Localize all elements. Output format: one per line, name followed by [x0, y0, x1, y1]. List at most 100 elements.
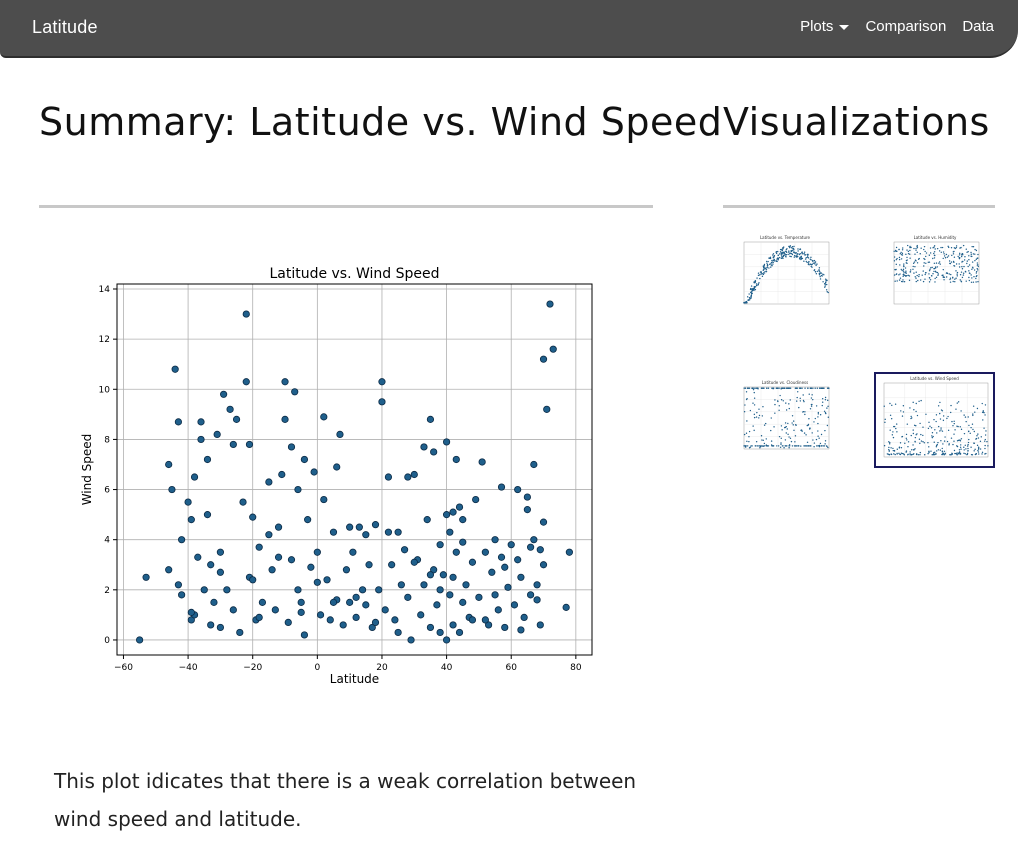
data-point [342, 566, 351, 574]
x-tick-label: 40 [441, 663, 453, 673]
thumbnail-point [822, 281, 824, 283]
thumbnail-point [815, 438, 818, 441]
thumbnail-point [910, 454, 913, 456]
data-point [449, 508, 457, 516]
data-point [197, 435, 205, 444]
thumbnail-point [811, 394, 813, 396]
thumbnail-point [905, 451, 907, 453]
data-point [346, 523, 354, 531]
thumbnail-point [967, 416, 969, 418]
data-point [174, 581, 182, 589]
thumbnail-point [819, 442, 822, 445]
thumbnail-point [940, 439, 942, 442]
thumbnail-point [964, 453, 967, 455]
data-point [530, 460, 538, 469]
thumbnail-point [791, 252, 793, 255]
thumbnail-point [903, 263, 905, 265]
thumbnail-point [973, 275, 975, 278]
thumbnail-humidity[interactable]: Latitude vs. Humidity [886, 233, 984, 313]
thumbnail-point [799, 400, 802, 402]
thumbnail-point [795, 255, 797, 257]
thumbnail-point [799, 256, 801, 259]
thumbnail-point [800, 429, 802, 432]
x-tick-label: 80 [570, 663, 582, 673]
thumbnail-point [971, 454, 974, 456]
thumbnail-point [824, 399, 827, 401]
data-point [423, 516, 431, 524]
thumbnail-point [807, 262, 810, 264]
thumbnail-point [978, 453, 980, 455]
thumbnail-point [949, 411, 952, 414]
thumbnail-point [918, 273, 920, 276]
data-point [549, 345, 557, 353]
thumbnail-point [972, 413, 974, 415]
thumbnail-point [916, 453, 918, 455]
thumbnail-point [793, 254, 796, 257]
thumbnail-point [810, 405, 813, 407]
thumbnail-point [913, 453, 915, 455]
thumbnail-point [912, 449, 915, 451]
thumbnail-point [788, 447, 790, 449]
thumbnail-point [819, 275, 821, 278]
thumbnail-point [935, 262, 938, 264]
thumbnail-point [748, 436, 750, 438]
thumbnail-point [802, 399, 805, 402]
thumbnail-point [784, 439, 787, 441]
thumbnail-point [783, 447, 785, 449]
nav-plots-dropdown[interactable]: Plots [800, 18, 850, 35]
thumbnail-point [958, 449, 961, 451]
thumbnail-point [817, 430, 819, 432]
thumbnail-point [761, 415, 764, 417]
thumbnail-point [955, 270, 957, 272]
thumbnail-point [922, 270, 924, 272]
thumbnail-point [975, 275, 978, 278]
thumbnail-point [970, 446, 972, 448]
thumbnail-point [758, 414, 761, 417]
thumbnail-point [976, 444, 979, 447]
thumbnail-point [934, 270, 937, 273]
thumbnail-point [949, 281, 952, 283]
thumbnail-point [905, 272, 907, 274]
thumbnail-point [799, 248, 801, 251]
thumbnail-wind-speed[interactable]: Latitude vs. Wind Speed [874, 372, 995, 468]
thumbnail-point [801, 253, 804, 255]
thumbnail-point [966, 251, 968, 253]
thumbnail-cloudiness[interactable]: Latitude vs. Cloudiness [736, 378, 834, 458]
thumbnail-point [952, 424, 954, 427]
thumbnail-point [920, 440, 923, 442]
thumbnail-point [968, 255, 970, 257]
thumbnail-point [825, 283, 828, 286]
thumbnail-point [794, 435, 797, 437]
thumbnail-point [909, 407, 911, 409]
thumbnail-temperature[interactable]: Latitude vs. Temperature [736, 233, 834, 313]
thumbnail-point [893, 274, 896, 276]
thumbnail-point [790, 255, 792, 258]
thumbnail-point [984, 434, 987, 436]
data-point [329, 598, 338, 606]
thumbnail-point [977, 448, 980, 450]
thumbnail-point [813, 446, 815, 448]
data-point [504, 583, 512, 591]
thumbnail-point [807, 445, 810, 447]
data-point [497, 553, 506, 561]
thumbnail-point [781, 387, 784, 389]
thumbnail-point [936, 271, 939, 274]
thumbnail-point [949, 277, 952, 279]
nav-data-link[interactable]: Data [962, 18, 994, 35]
data-point [265, 531, 273, 539]
data-point [449, 621, 457, 629]
thumbnail-point [919, 279, 922, 281]
thumbnail-point [963, 259, 966, 261]
nav-comparison-link[interactable]: Comparison [865, 18, 946, 35]
thumbnail-point [960, 448, 962, 450]
thumbnail-point [970, 274, 972, 276]
thumbnail-point [958, 263, 960, 265]
thumbnail-point [929, 268, 931, 271]
thumbnail-point [971, 261, 974, 263]
chevron-down-icon [839, 24, 850, 30]
thumbnail-point [944, 257, 947, 259]
navbar-brand[interactable]: Latitude [32, 17, 98, 38]
thumbnail-point [984, 404, 987, 406]
thumbnail-point [775, 260, 777, 262]
thumbnail-point [934, 248, 936, 250]
